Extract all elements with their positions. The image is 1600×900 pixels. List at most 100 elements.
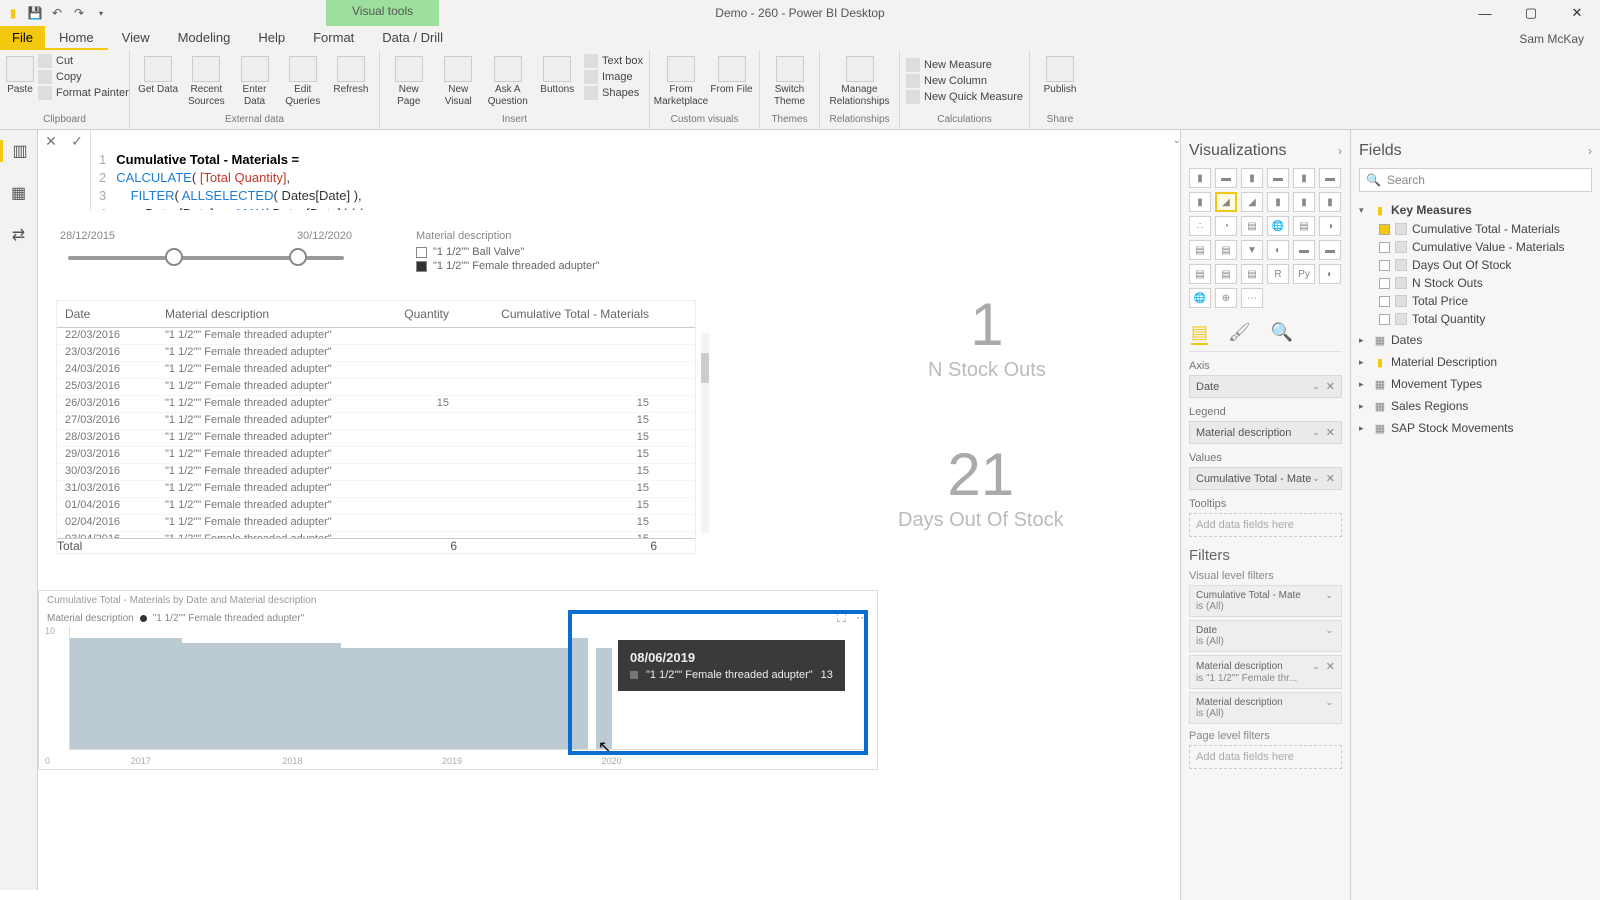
data-view-button[interactable]: ▦ bbox=[8, 182, 30, 204]
chevron-down-icon[interactable]: ⌄ bbox=[1325, 625, 1333, 636]
remove-field-icon[interactable]: ✕ bbox=[1326, 426, 1335, 439]
tooltips-drop-zone[interactable]: Add data fields here bbox=[1189, 513, 1342, 537]
chevron-down-icon[interactable]: ⌄ bbox=[1312, 381, 1320, 392]
new-quick-measure-button[interactable]: New Quick Measure bbox=[906, 90, 1023, 104]
checkbox-icon[interactable] bbox=[1379, 224, 1390, 235]
axis-field-date[interactable]: Date⌄✕ bbox=[1189, 375, 1342, 398]
table-row[interactable]: 30/03/2016"1 1/2"" Female threaded adupt… bbox=[57, 464, 695, 481]
ask-question-button[interactable]: Ask A Question bbox=[485, 52, 531, 108]
viz-type-icon[interactable]: ◐ bbox=[1319, 264, 1341, 284]
viz-type-icon[interactable]: ▮ bbox=[1241, 168, 1263, 188]
minimize-button[interactable]: — bbox=[1462, 0, 1508, 26]
checkbox-icon[interactable] bbox=[1379, 296, 1390, 307]
publish-button[interactable]: Publish bbox=[1036, 52, 1084, 96]
chevron-down-icon[interactable]: ⌄ bbox=[1325, 590, 1333, 601]
slicer-item-female-adapter[interactable]: "1 1/2"" Female threaded adupter" bbox=[416, 260, 600, 272]
date-slicer[interactable]: 28/12/2015 30/12/2020 bbox=[56, 230, 356, 274]
filter-material-2[interactable]: Material description⌄is (All) bbox=[1189, 692, 1342, 724]
col-header-material[interactable]: Material description bbox=[157, 301, 377, 327]
analytics-well-tab[interactable]: 🔍 bbox=[1271, 322, 1293, 345]
viz-type-icon[interactable]: ▮ bbox=[1267, 192, 1289, 212]
viz-type-icon[interactable]: ▮ bbox=[1189, 192, 1211, 212]
get-data-button[interactable]: Get Data bbox=[136, 52, 180, 96]
view-tab[interactable]: View bbox=[108, 26, 164, 50]
field-item[interactable]: Total Price bbox=[1379, 292, 1592, 310]
remove-field-icon[interactable]: ✕ bbox=[1326, 472, 1335, 485]
new-visual-button[interactable]: New Visual bbox=[436, 52, 482, 108]
table-row[interactable]: 27/03/2016"1 1/2"" Female threaded adupt… bbox=[57, 413, 695, 430]
table-row[interactable]: 25/03/2016"1 1/2"" Female threaded adupt… bbox=[57, 379, 695, 396]
col-header-cumulative[interactable]: Cumulative Total - Materials bbox=[457, 301, 657, 327]
table-visual[interactable]: Date Material description Quantity Cumul… bbox=[56, 300, 696, 554]
table-header[interactable]: ▸▦SAP Stock Movements bbox=[1359, 418, 1592, 438]
remove-field-icon[interactable]: ✕ bbox=[1326, 380, 1335, 393]
maximize-button[interactable]: ▢ bbox=[1508, 0, 1554, 26]
table-row[interactable]: 03/04/2016"1 1/2"" Female threaded adupt… bbox=[57, 532, 695, 538]
table-row[interactable]: 31/03/2016"1 1/2"" Female threaded adupt… bbox=[57, 481, 695, 498]
from-marketplace-button[interactable]: From Marketplace bbox=[656, 52, 706, 108]
format-tab[interactable]: Format bbox=[299, 26, 368, 50]
values-field-cumulative[interactable]: Cumulative Total - Mate⌄✕ bbox=[1189, 467, 1342, 490]
table-row[interactable]: 24/03/2016"1 1/2"" Female threaded adupt… bbox=[57, 362, 695, 379]
material-slicer[interactable]: Material description "1 1/2"" Ball Valve… bbox=[416, 230, 600, 274]
slider-handle-start[interactable] bbox=[165, 248, 183, 266]
table-header[interactable]: ▸▦Movement Types bbox=[1359, 374, 1592, 394]
redo-icon[interactable]: ↷ bbox=[70, 4, 88, 22]
data-drill-tab[interactable]: Data / Drill bbox=[368, 26, 457, 50]
textbox-button[interactable]: Text box bbox=[584, 54, 643, 68]
shapes-button[interactable]: Shapes bbox=[584, 86, 643, 100]
collapse-pane-icon[interactable]: › bbox=[1338, 144, 1342, 158]
report-view-button[interactable]: ▥ bbox=[0, 140, 38, 162]
edit-queries-button[interactable]: Edit Queries bbox=[281, 52, 325, 108]
viz-type-icon[interactable]: ▮ bbox=[1293, 192, 1315, 212]
viz-type-icon[interactable]: ▮ bbox=[1293, 168, 1315, 188]
manage-relationships-button[interactable]: Manage Relationships bbox=[826, 52, 893, 108]
viz-type-icon[interactable]: ▤ bbox=[1189, 264, 1211, 284]
checkbox-icon[interactable] bbox=[1379, 260, 1390, 271]
viz-type-icon[interactable]: ▬ bbox=[1319, 240, 1341, 260]
chevron-down-icon[interactable]: ⌄ bbox=[1325, 697, 1333, 708]
recent-sources-button[interactable]: Recent Sources bbox=[184, 52, 228, 108]
col-header-date[interactable]: Date bbox=[57, 301, 157, 327]
qat-dropdown-icon[interactable]: ▾ bbox=[92, 4, 110, 22]
format-well-tab[interactable]: 🖌 bbox=[1228, 322, 1251, 345]
modeling-tab[interactable]: Modeling bbox=[164, 26, 245, 50]
checkbox-icon[interactable] bbox=[1379, 314, 1390, 325]
filter-date[interactable]: Date⌄is (All) bbox=[1189, 620, 1342, 652]
focus-mode-icon[interactable]: ⛶ bbox=[837, 610, 846, 626]
save-icon[interactable]: 💾 bbox=[26, 4, 44, 22]
collapse-pane-icon[interactable]: › bbox=[1588, 144, 1592, 158]
table-row[interactable]: 23/03/2016"1 1/2"" Female threaded adupt… bbox=[57, 345, 695, 362]
viz-type-icon[interactable]: ▬ bbox=[1267, 168, 1289, 188]
filter-material-1[interactable]: Material description⌄✕is "1 1/2"" Female… bbox=[1189, 655, 1342, 689]
remove-filter-icon[interactable]: ✕ bbox=[1326, 660, 1335, 673]
model-view-button[interactable]: ⇄ bbox=[8, 224, 30, 246]
refresh-button[interactable]: Refresh bbox=[329, 52, 373, 96]
viz-type-icon[interactable]: R bbox=[1267, 264, 1289, 284]
viz-type-icon[interactable]: ▮ bbox=[1189, 168, 1211, 188]
viz-import-icon[interactable]: ⋯ bbox=[1241, 288, 1263, 308]
legend-field-material[interactable]: Material description⌄✕ bbox=[1189, 421, 1342, 444]
viz-type-icon[interactable]: ▤ bbox=[1215, 240, 1237, 260]
page-filters-drop-zone[interactable]: Add data fields here bbox=[1189, 745, 1342, 769]
viz-type-icon[interactable]: 🌐 bbox=[1189, 288, 1211, 308]
table-header[interactable]: ▸▦Sales Regions bbox=[1359, 396, 1592, 416]
from-file-button[interactable]: From File bbox=[710, 52, 753, 96]
filter-cumulative[interactable]: Cumulative Total - Mate⌄is (All) bbox=[1189, 585, 1342, 617]
format-painter-button[interactable]: Format Painter bbox=[38, 86, 129, 100]
field-item[interactable]: Days Out Of Stock bbox=[1379, 256, 1592, 274]
buttons-button[interactable]: Buttons bbox=[535, 52, 581, 96]
table-row[interactable]: 28/03/2016"1 1/2"" Female threaded adupt… bbox=[57, 430, 695, 447]
checkbox-icon[interactable] bbox=[1379, 242, 1390, 253]
chart-legend-item[interactable]: "1 1/2"" Female threaded adupter" bbox=[153, 613, 305, 624]
viz-type-icon[interactable]: ◑ bbox=[1319, 216, 1341, 236]
image-button[interactable]: Image bbox=[584, 70, 643, 84]
viz-type-icon[interactable]: ▤ bbox=[1215, 264, 1237, 284]
viz-type-area-icon[interactable]: ◢ bbox=[1215, 192, 1237, 212]
slicer-item-ball-valve[interactable]: "1 1/2"" Ball Valve" bbox=[416, 246, 600, 258]
formula-commit-button[interactable]: ✓ bbox=[64, 130, 90, 152]
chevron-down-icon[interactable]: ⌄ bbox=[1312, 473, 1320, 484]
table-row[interactable]: 26/03/2016"1 1/2"" Female threaded adupt… bbox=[57, 396, 695, 413]
viz-type-icon[interactable]: ▤ bbox=[1241, 264, 1263, 284]
field-item[interactable]: Cumulative Total - Materials bbox=[1379, 220, 1592, 238]
